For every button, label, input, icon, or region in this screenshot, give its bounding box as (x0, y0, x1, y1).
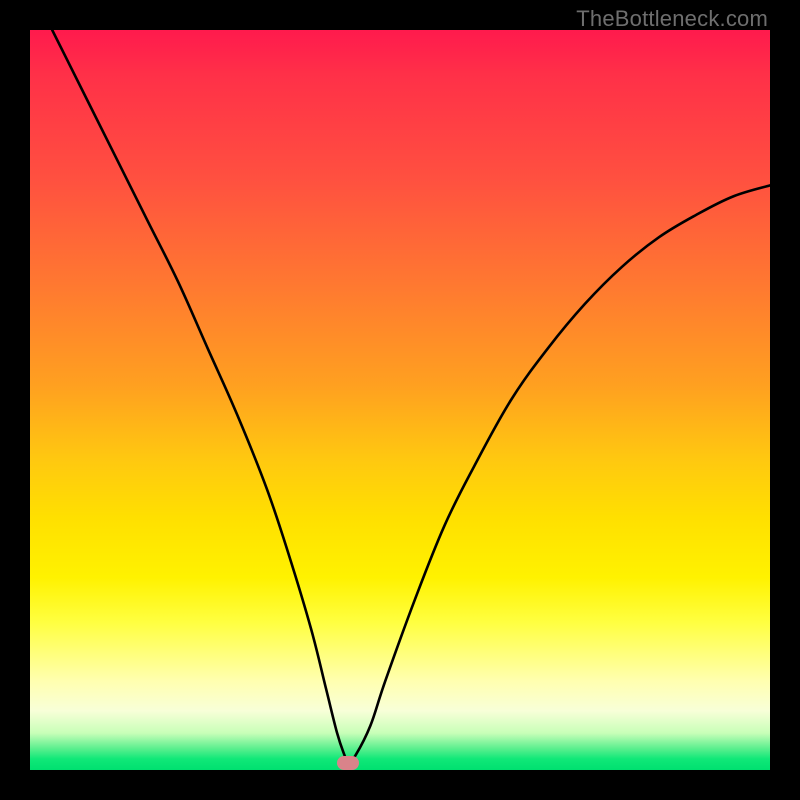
optimal-marker (337, 756, 359, 770)
watermark-text: TheBottleneck.com (576, 6, 768, 32)
curve-path (52, 30, 770, 763)
bottleneck-curve (30, 30, 770, 770)
chart-frame: TheBottleneck.com (0, 0, 800, 800)
plot-area (30, 30, 770, 770)
